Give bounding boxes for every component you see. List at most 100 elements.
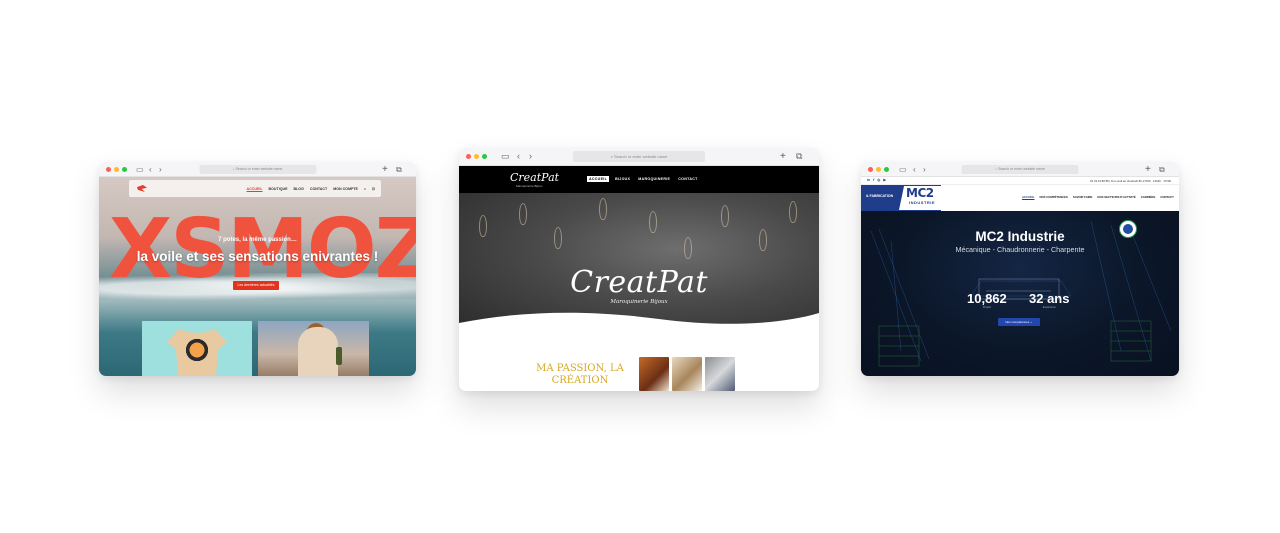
sidebar-icon[interactable]: ▭ (136, 164, 144, 175)
stat-label: Projets (982, 306, 991, 309)
earring-decor (519, 203, 527, 225)
stat-experience: 32 ans Expérience (1029, 291, 1069, 309)
address-placeholder: Search or enter website name (998, 167, 1045, 171)
mockup-stage: ▭ ‹ › ⌕ Search or enter website name + ⧉… (0, 0, 1280, 533)
nav-carriere[interactable]: CARRIÈRE (1141, 195, 1156, 199)
nav-bijoux[interactable]: BIJOUX (613, 176, 632, 182)
new-tab-icon[interactable]: + (382, 164, 388, 175)
window-controls (466, 154, 487, 159)
site-logo[interactable]: MC2 (906, 186, 934, 200)
browser-toolbar: ▭ ‹ › ⌕ Search or enter website name + ⧉ (861, 162, 1179, 177)
hero-subtitle: Maroquinerie Bijoux (610, 299, 668, 305)
back-icon[interactable]: ‹ (517, 151, 520, 162)
tabs-icon[interactable]: ⧉ (396, 164, 402, 175)
earring-decor (759, 229, 767, 251)
browser-window-mc2: ▭ ‹ › ⌕ Search or enter website name + ⧉… (861, 162, 1179, 376)
sidebar-icon[interactable]: ▭ (501, 151, 510, 162)
hero-subtitle: Mécanique - Chaudronnerie - Charpente (955, 245, 1085, 254)
address-bar[interactable]: ⌕ Search or enter website name (573, 151, 705, 162)
new-tab-icon[interactable]: + (1145, 164, 1151, 175)
site-menu: ACCUEIL NOS COMPÉTENCES SAVOIR FAIRE NOS… (1022, 195, 1174, 199)
site-logo-sub: Maroquinerie Bijoux (516, 184, 543, 188)
browser-toolbar: ▭ ‹ › ⌕ Search or enter website name + ⧉ (459, 148, 819, 166)
forward-icon[interactable]: › (159, 164, 162, 175)
nav-mon-compte[interactable]: MON COMPTE (333, 187, 358, 191)
hero-title: CreatPat (570, 265, 708, 300)
earring-decor (649, 211, 657, 233)
forward-icon[interactable]: › (923, 164, 926, 175)
site-logo[interactable] (135, 183, 149, 194)
gallery-thumb-bag[interactable] (639, 357, 669, 391)
tabs-icon[interactable]: ⧉ (796, 151, 802, 162)
nav-accueil[interactable]: ACCUEIL (247, 187, 263, 191)
earring-decor (479, 215, 487, 237)
minimize-button[interactable] (114, 167, 119, 172)
news-button[interactable]: Les dernières actualités (233, 281, 279, 290)
stat-value: 32 ans (1029, 291, 1070, 306)
social-links: in f ◎ ▶ (867, 178, 886, 182)
address-placeholder: Search or enter website name (614, 154, 668, 159)
nav-blog[interactable]: BLOG (294, 187, 304, 191)
product-card-hoodie[interactable] (258, 321, 369, 376)
product-card-tshirt[interactable] (142, 321, 252, 376)
earring-decor (599, 198, 607, 220)
stat-value: 10,862 (967, 291, 1007, 306)
address-bar[interactable]: ⌕ Search or enter website name (961, 165, 1079, 174)
search-icon: ⌕ (610, 154, 613, 159)
maximize-button[interactable] (122, 167, 127, 172)
nav-accueil[interactable]: ACCUEIL (587, 176, 610, 182)
nav-savoir-faire[interactable]: SAVOIR FAIRE (1073, 195, 1093, 199)
nav-contact[interactable]: CONTACT (1160, 195, 1173, 199)
passion-heading: MA PASSION, LA CRÉATION (536, 363, 624, 386)
nav-maroquinerie[interactable]: MAROQUINERIE (636, 176, 672, 182)
tabs-icon[interactable]: ⧉ (1159, 164, 1165, 175)
brand-band-text: & FABRICATION (866, 194, 894, 198)
competences-button[interactable]: Nos compétences ⌄ (998, 318, 1040, 326)
close-button[interactable] (106, 167, 111, 172)
search-icon: ⌕ (995, 167, 998, 171)
search-icon[interactable]: ⌕ (364, 187, 366, 191)
browser-window-xsmoz: ▭ ‹ › ⌕ Search or enter website name + ⧉… (99, 162, 416, 376)
linkedin-icon[interactable]: in (867, 178, 870, 182)
nav-competences[interactable]: NOS COMPÉTENCES (1039, 195, 1067, 199)
sidebar-icon[interactable]: ▭ (899, 164, 907, 175)
close-button[interactable] (466, 154, 471, 159)
cart-icon[interactable]: ⊡ (372, 187, 375, 191)
forward-icon[interactable]: › (529, 151, 532, 162)
minimize-button[interactable] (876, 167, 881, 172)
earring-decor (554, 227, 562, 249)
site-navbar: ACCUEIL BOUTIQUE BLOG CONTACT MON COMPTE… (129, 180, 381, 197)
close-button[interactable] (868, 167, 873, 172)
youtube-icon[interactable]: ▶ (883, 178, 886, 182)
site-logo[interactable]: CreatPat (510, 171, 559, 184)
page-viewport: XSMOZ ACCUEIL BOUTIQUE BLOG CONTACT MON … (99, 177, 416, 376)
back-icon[interactable]: ‹ (149, 164, 152, 175)
back-icon[interactable]: ‹ (913, 164, 916, 175)
earring-decor (684, 237, 692, 259)
instagram-icon[interactable]: ◎ (877, 178, 880, 182)
minimize-button[interactable] (474, 154, 479, 159)
maximize-button[interactable] (482, 154, 487, 159)
nav-secteurs[interactable]: NOS SECTEURS D'ACTIVITÉ (1097, 195, 1135, 199)
window-controls (106, 167, 127, 172)
nav-boutique[interactable]: BOUTIQUE (269, 187, 288, 191)
hero-tagline: 7 potes, la même passion… (218, 237, 297, 243)
browser-window-creatpat: ▭ ‹ › ⌕ Search or enter website name + ⧉ (459, 148, 819, 391)
hoodie-image (298, 327, 338, 376)
address-bar[interactable]: ⌕ Search or enter website name (199, 165, 316, 174)
browser-toolbar: ▭ ‹ › ⌕ Search or enter website name + ⧉ (99, 162, 416, 177)
earring-decor (721, 205, 729, 227)
gallery-thumb-bracelet[interactable] (672, 357, 702, 391)
tshirt-print (184, 337, 210, 363)
new-tab-icon[interactable]: + (780, 151, 786, 162)
facebook-icon[interactable]: f (873, 178, 874, 182)
gallery-thumb-wallet[interactable] (705, 357, 735, 391)
nav-accueil[interactable]: ACCUEIL (1022, 195, 1034, 199)
maximize-button[interactable] (884, 167, 889, 172)
site-header: CreatPat Maroquinerie Bijoux ACCUEIL BIJ… (459, 166, 819, 193)
search-icon: ⌕ (232, 167, 235, 171)
nav-contact[interactable]: CONTACT (676, 176, 699, 182)
top-bar: in f ◎ ▶ 02 33 43 88 88 | Du Lundi au Ve… (861, 177, 1179, 185)
window-controls (868, 167, 889, 172)
nav-contact[interactable]: CONTACT (310, 187, 327, 191)
